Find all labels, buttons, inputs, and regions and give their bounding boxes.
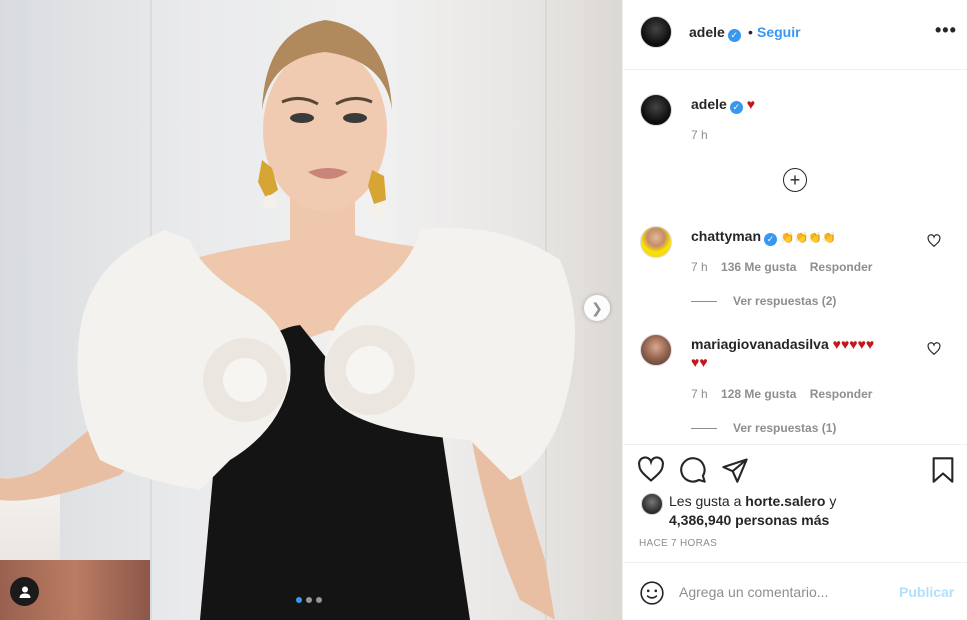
verified-icon: ✓ [727, 29, 741, 42]
caption-time[interactable]: 7 h [691, 128, 708, 142]
comment-text: ♥♥♥♥♥ [832, 336, 875, 352]
comment-meta: 7 h 128 Me gusta Responder [691, 387, 872, 401]
comment-time[interactable]: 7 h [691, 260, 708, 274]
follow-button[interactable]: Seguir [757, 24, 801, 40]
load-more-comments: + [789, 170, 801, 190]
caption-username[interactable]: adele [691, 96, 727, 112]
liker-avatar[interactable] [641, 493, 663, 515]
comment-likes[interactable]: 128 Me gusta [721, 387, 796, 401]
caption-author-avatar[interactable] [640, 94, 672, 126]
post-photo[interactable]: ❯ [0, 0, 622, 620]
author-username[interactable]: adele ✓ [689, 24, 741, 42]
caption-text: ♥ [746, 96, 756, 112]
replies-divider [691, 427, 717, 429]
actions-divider [623, 444, 967, 445]
likes-summary: Les gusta a horte.salero y [669, 493, 836, 509]
liked-by-username[interactable]: horte.salero [745, 493, 825, 509]
caption: adele ✓ ♥ [691, 96, 755, 114]
add-comment-bar: Publicar [623, 562, 967, 620]
carousel-next-button[interactable]: ❯ [584, 295, 610, 321]
user-tag-icon [19, 586, 30, 598]
carousel-dots [296, 597, 322, 603]
likes-suffix: y [829, 493, 837, 509]
view-replies-label: Ver respuestas (1) [733, 421, 837, 435]
share-icon[interactable] [721, 456, 749, 484]
comment-meta: 7 h 136 Me gusta Responder [691, 260, 872, 274]
more-options-icon[interactable]: ••• [935, 20, 957, 41]
post-header: adele ✓ • Seguir ••• [623, 0, 967, 70]
comment-likes[interactable]: 136 Me gusta [721, 260, 796, 274]
post-side-panel: adele ✓ • Seguir ••• adele ✓ ♥ 7 h + chatt… [622, 0, 967, 620]
view-replies-button[interactable]: Ver respuestas (2) [691, 294, 836, 308]
comment-text: 👏👏👏👏 [780, 232, 836, 244]
view-replies-label: Ver respuestas (2) [733, 294, 837, 308]
view-replies-button[interactable]: Ver respuestas (1) [691, 421, 836, 435]
reply-button[interactable]: Responder [810, 387, 873, 401]
verified-icon: ✓ [764, 233, 778, 246]
comment-text-line2: ♥♥ [691, 354, 708, 370]
author-avatar[interactable] [640, 16, 672, 48]
comment: chattyman ✓ 👏👏👏👏 [691, 228, 836, 246]
comment-username[interactable]: chattyman [691, 228, 761, 244]
comment-time[interactable]: 7 h [691, 387, 708, 401]
plus-circle-icon[interactable]: + [783, 168, 807, 192]
verified-icon: ✓ [729, 101, 743, 114]
commenter-avatar[interactable] [640, 334, 672, 366]
carousel-dot [316, 597, 322, 603]
comment: mariagiovanadasilva ♥♥♥♥♥ ♥♥ [691, 335, 916, 371]
post-timestamp[interactable]: HACE 7 HORAS [639, 538, 717, 549]
chevron-right-icon: ❯ [591, 299, 603, 316]
comment-username[interactable]: mariagiovanadasilva [691, 336, 829, 352]
heart-icon[interactable] [637, 456, 665, 484]
carousel-dot [306, 597, 312, 603]
portrait-figure [0, 20, 575, 620]
commenter-avatar[interactable] [640, 226, 672, 258]
tagged-users-button[interactable] [10, 577, 39, 606]
emoji-icon[interactable] [639, 580, 665, 606]
carousel-dot [296, 597, 302, 603]
comment-input[interactable] [679, 579, 893, 605]
replies-divider [691, 300, 717, 302]
bookmark-icon[interactable] [929, 456, 957, 484]
publish-button[interactable]: Publicar [899, 584, 954, 600]
author-username-text[interactable]: adele [689, 24, 725, 40]
heart-icon[interactable] [927, 342, 941, 356]
comment-icon[interactable] [679, 456, 707, 484]
likes-count[interactable]: 4,386,940 personas más [669, 512, 829, 528]
heart-icon[interactable] [927, 234, 941, 248]
separator-dot: • [748, 24, 753, 40]
reply-button[interactable]: Responder [810, 260, 873, 274]
likes-prefix: Les gusta a [669, 493, 742, 509]
